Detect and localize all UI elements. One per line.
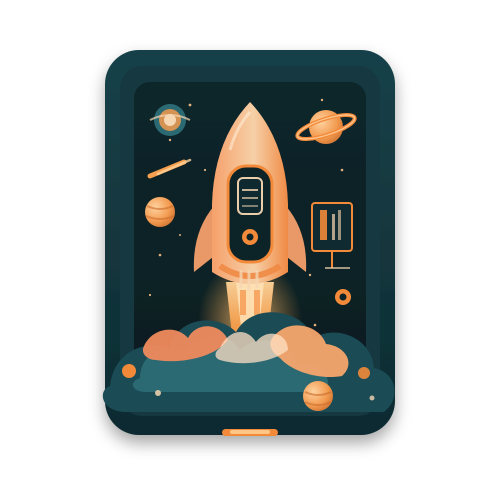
star — [179, 234, 181, 236]
device-light-strip — [222, 429, 278, 436]
small-planet-icon — [145, 197, 175, 227]
star — [158, 253, 162, 257]
star — [340, 168, 344, 172]
illustration-stage — [0, 0, 500, 500]
star — [308, 273, 312, 277]
foreground-planet-icon — [303, 381, 333, 411]
star — [148, 293, 152, 297]
star — [203, 168, 207, 172]
star — [313, 323, 317, 327]
orbit-dot-icon — [335, 289, 351, 305]
star — [168, 138, 172, 142]
star — [188, 103, 192, 107]
rocket-launch-illustration — [102, 50, 395, 436]
star — [320, 98, 324, 102]
